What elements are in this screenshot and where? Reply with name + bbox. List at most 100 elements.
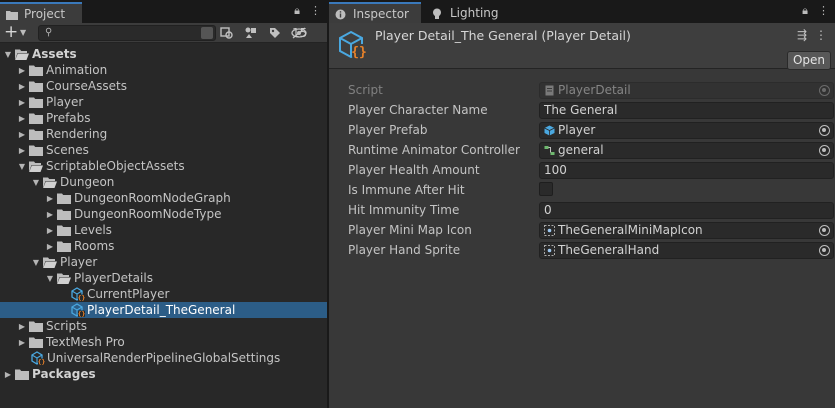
chevron-right-icon[interactable]: ▶ [45, 242, 55, 251]
tree-item-label: PlayerDetail_TheGeneral [87, 303, 236, 317]
tree-item[interactable]: ▼ Player [0, 254, 327, 270]
chevron-right-icon[interactable]: ▶ [17, 322, 27, 331]
text-field[interactable]: The General [539, 101, 834, 119]
inspector-tab-tools: 🔒︎ ⋮ [802, 4, 829, 18]
property-value: TheGeneralHand [558, 243, 660, 257]
search-clear-icon[interactable] [201, 27, 213, 39]
tree-item-label: Assets [32, 47, 77, 61]
tree-item-label: Scripts [46, 319, 88, 333]
object-field[interactable]: TheGeneralHand [539, 241, 834, 259]
lock-icon[interactable]: 🔒︎ [294, 4, 300, 18]
folder-icon [15, 369, 29, 380]
text-field[interactable]: 0 [539, 201, 834, 219]
chevron-right-icon[interactable]: ▶ [17, 338, 27, 347]
chevron-down-icon[interactable]: ▼ [20, 28, 26, 37]
more-menu-icon[interactable]: ⋮ [818, 4, 829, 18]
chevron-right-icon[interactable]: ▶ [17, 130, 27, 139]
inspector-tabbar: Inspector Lighting 🔒︎ ⋮ [329, 0, 835, 23]
tree-item[interactable]: ▶ CourseAssets [0, 78, 327, 94]
chevron-right-icon[interactable]: ▶ [17, 66, 27, 75]
tree-item-label: TextMesh Pro [46, 335, 125, 349]
inspector-title: Player Detail_The General (Player Detail… [375, 28, 631, 43]
chevron-down-icon[interactable]: ▼ [45, 274, 55, 283]
tree-item-label: Packages [32, 367, 96, 381]
tree-item[interactable]: ▶ Scenes [0, 142, 327, 158]
open-button[interactable]: Open [787, 51, 831, 70]
property-label: Player Character Name [348, 103, 488, 117]
tree-item[interactable]: {} PlayerDetail_TheGeneral [0, 302, 327, 318]
object-field[interactable]: TheGeneralMiniMapIcon [539, 221, 834, 239]
tab-project-label: Project [24, 6, 66, 21]
chevron-down-icon[interactable]: ▼ [31, 258, 41, 267]
inspector-header: {} Player Detail_The General (Player Det… [329, 23, 835, 70]
chevron-right-icon[interactable]: ▶ [45, 194, 55, 203]
folder-icon [29, 113, 43, 124]
chevron-right-icon[interactable]: ▶ [45, 210, 55, 219]
label-tag-icon[interactable] [266, 25, 284, 41]
tree-item[interactable]: ▶ Rooms [0, 238, 327, 254]
tab-inspector[interactable]: Inspector [329, 2, 421, 23]
tree-item-label: Player [60, 255, 98, 269]
tree-item[interactable]: {} UniversalRenderPipelineGlobalSettings [0, 350, 327, 366]
chevron-right-icon[interactable]: ▶ [17, 146, 27, 155]
tree-item[interactable]: {} CurrentPlayer [0, 286, 327, 302]
object-picker-icon[interactable] [819, 144, 830, 156]
chevron-down-icon[interactable]: ▼ [17, 162, 27, 171]
tab-lighting[interactable]: Lighting [426, 2, 516, 23]
object-picker-icon[interactable] [819, 244, 830, 256]
chevron-right-icon[interactable]: ▶ [17, 82, 27, 91]
tree-item[interactable]: ▶ DungeonRoomNodeGraph [0, 190, 327, 206]
tree-item-label: Animation [46, 63, 108, 77]
tree-item[interactable]: ▶ Animation [0, 62, 327, 78]
property-value: 0 [544, 203, 552, 217]
chevron-right-icon[interactable]: ▶ [17, 98, 27, 107]
property-row: Is Immune After Hit [348, 181, 828, 199]
tree-item[interactable]: ▼ Dungeon [0, 174, 327, 190]
chevron-down-icon[interactable]: ▼ [3, 50, 13, 59]
property-value: 100 [544, 163, 567, 177]
scriptable-object-icon: {} [337, 29, 369, 64]
tree-item[interactable]: ▼ PlayerDetails [0, 270, 327, 286]
create-plus-icon[interactable]: + [4, 23, 18, 41]
search-input[interactable]: ⚲ [38, 25, 216, 41]
tree-item-label: CurrentPlayer [87, 287, 170, 301]
tree-item[interactable]: ▶ DungeonRoomNodeType [0, 206, 327, 222]
sprite-icon [544, 224, 555, 236]
property-label: Is Immune After Hit [348, 183, 465, 197]
lock-icon[interactable]: 🔒︎ [802, 4, 808, 18]
tree-item[interactable]: ▶ Prefabs [0, 110, 327, 126]
tab-project[interactable]: Project [0, 2, 82, 23]
sprite-icon [544, 244, 555, 256]
tree-item[interactable]: ▶ Rendering [0, 126, 327, 142]
more-menu-icon[interactable]: ⋮ [815, 28, 827, 42]
chevron-right-icon[interactable]: ▶ [17, 114, 27, 123]
chevron-down-icon[interactable]: ▼ [31, 178, 41, 187]
property-checkbox[interactable] [539, 182, 553, 196]
object-picker-icon[interactable] [819, 224, 830, 236]
folder-open-icon [43, 257, 57, 268]
tree-item[interactable]: ▶ Levels [0, 222, 327, 238]
tree-item[interactable]: ▼ Assets [0, 46, 327, 62]
more-menu-icon[interactable]: ⋮ [310, 4, 321, 18]
tree-item[interactable]: ▶ Player [0, 94, 327, 110]
object-picker-icon[interactable] [819, 124, 830, 136]
filter-by-type-icon[interactable] [242, 25, 260, 41]
property-label: Script [348, 83, 383, 97]
search-by-type-icon[interactable] [218, 25, 236, 41]
tree-item-label: CourseAssets [46, 79, 127, 93]
tree-item[interactable]: ▶ TextMesh Pro [0, 334, 327, 350]
chevron-right-icon[interactable]: ▶ [3, 370, 13, 379]
tree-item[interactable]: ▶ Packages [0, 366, 327, 382]
tree-item[interactable]: ▶ Scripts [0, 318, 327, 334]
chevron-right-icon[interactable]: ▶ [45, 226, 55, 235]
tree-item[interactable]: ▼ ScriptableObjectAssets [0, 158, 327, 174]
object-field[interactable]: general [539, 141, 834, 159]
property-row: Player Mini Map Icon TheGeneralMiniMapIco… [348, 221, 834, 239]
preset-sliders-icon[interactable]: ⇶ [797, 28, 807, 42]
folder-icon [57, 193, 71, 204]
tree-item-label: UniversalRenderPipelineGlobalSettings [47, 351, 281, 365]
object-field[interactable]: Player [539, 121, 834, 139]
text-field[interactable]: 100 [539, 161, 834, 179]
script-icon [544, 85, 555, 96]
svg-text:{}: {} [351, 45, 367, 60]
